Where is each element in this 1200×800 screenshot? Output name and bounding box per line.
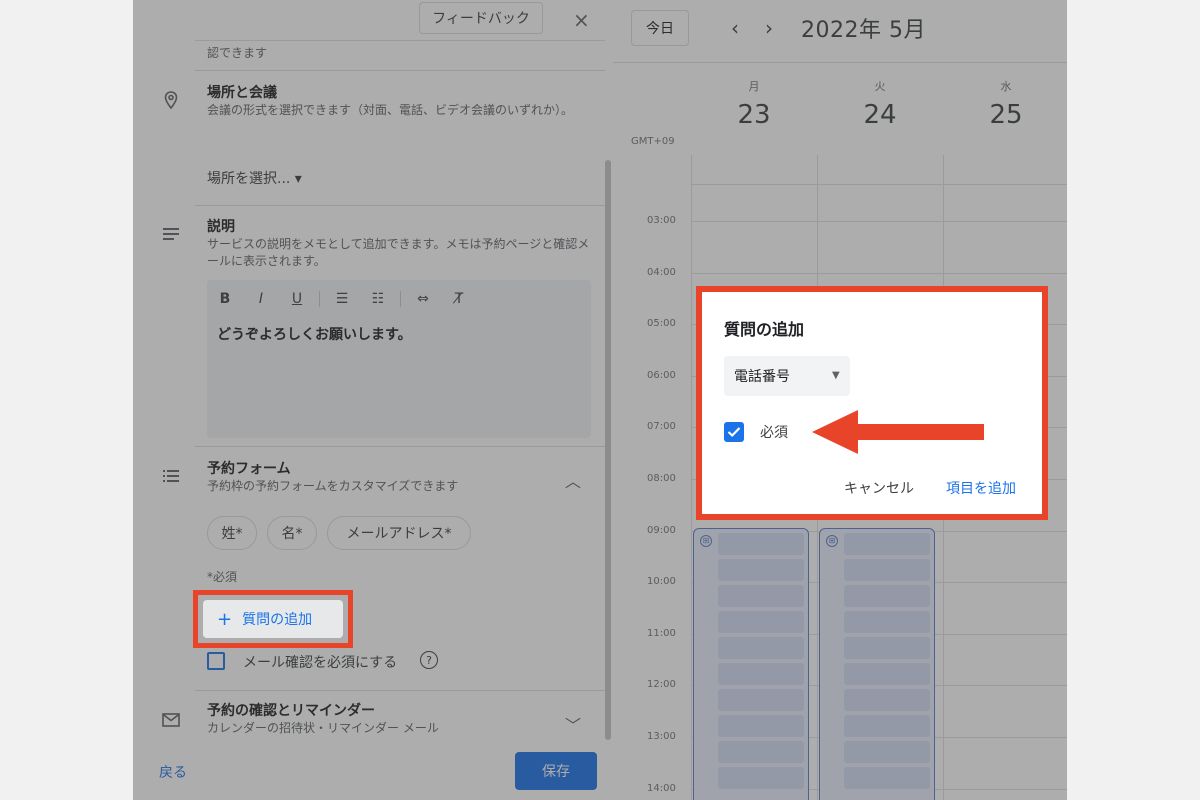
arrow-annotation-icon: [812, 410, 984, 454]
caret-down-icon: ▼: [832, 370, 840, 381]
cancel-button[interactable]: キャンセル: [844, 478, 914, 498]
required-label: 必須: [760, 425, 788, 441]
app-frame: 今日 ‹ › 2022年 5月 月 23 火 24 水 25 GMT+09 03…: [133, 0, 1067, 800]
question-type-select[interactable]: 電話番号 ▼: [724, 356, 850, 396]
question-type-value: 電話番号: [734, 369, 790, 385]
dialog-title: 質問の追加: [724, 320, 805, 339]
add-item-button[interactable]: 項目を追加: [946, 478, 1016, 498]
required-checkbox[interactable]: [724, 422, 744, 442]
highlight-box: [193, 590, 353, 648]
add-question-dialog: 質問の追加 電話番号 ▼ 必須 キャンセル 項目を追加: [696, 286, 1048, 520]
